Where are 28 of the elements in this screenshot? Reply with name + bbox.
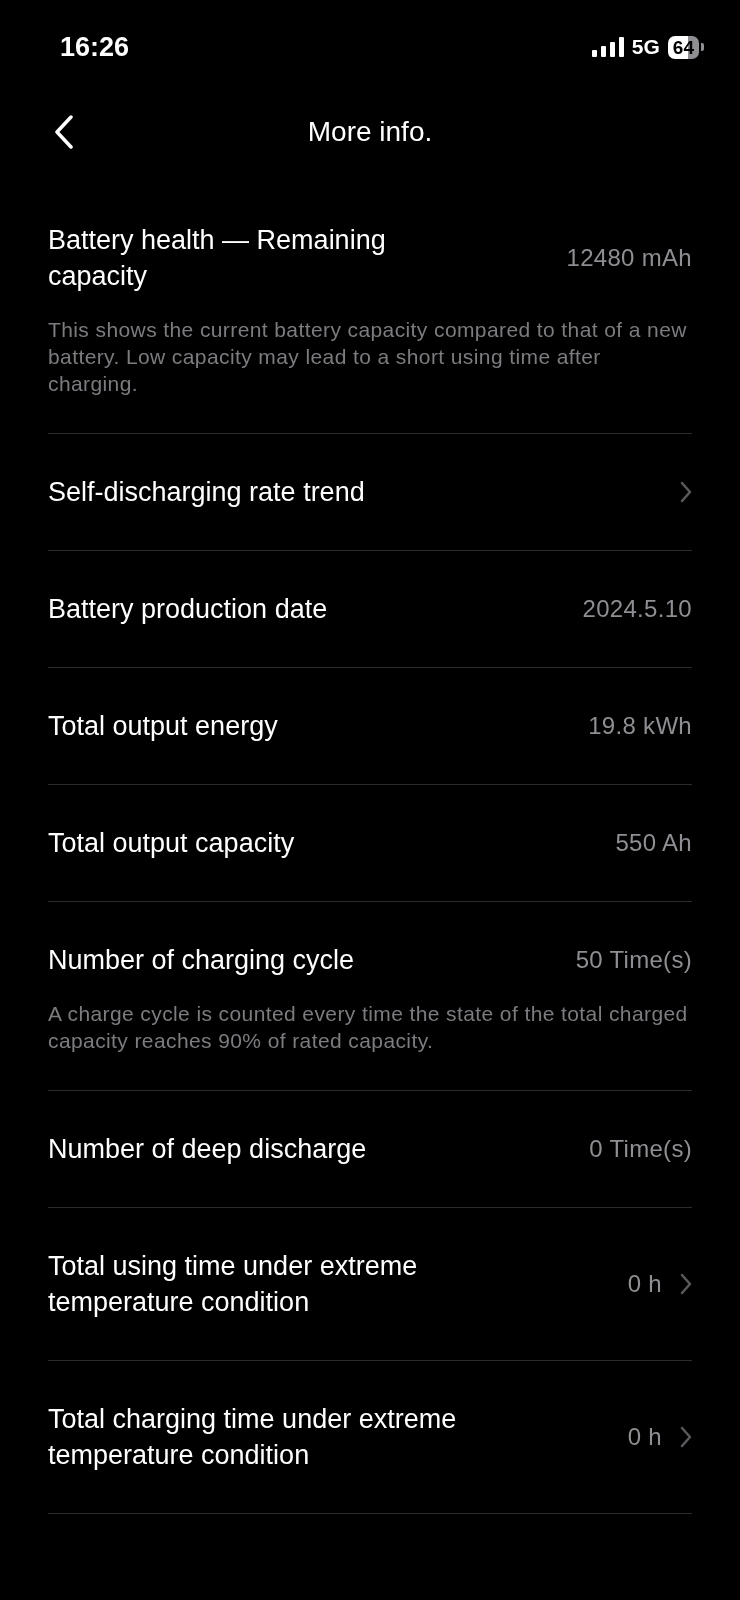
signal-icon xyxy=(591,37,624,57)
row-value: 19.8 kWh xyxy=(588,712,692,740)
row-value: 12480 mAh xyxy=(566,244,692,272)
row-value: 2024.5.10 xyxy=(582,595,692,623)
status-time: 16:26 xyxy=(60,31,130,63)
page-title: More info. xyxy=(307,116,433,148)
row-label: Total output capacity xyxy=(48,827,295,860)
row-value: 550 Ah xyxy=(615,829,692,857)
row-value: 0 h xyxy=(627,1270,662,1298)
row-label: Total using time under extreme temperature condition xyxy=(48,1250,419,1319)
row-value: 50 Time(s) xyxy=(575,946,692,974)
row-label: Self-discharging rate trend xyxy=(48,476,365,509)
row-label: Number of charging cycle xyxy=(48,944,355,977)
chevron-icon[interactable] xyxy=(680,1426,692,1448)
row-description: A charge cycle is counted every time the state of the total charged capacity reaches 90% of rated capacity. xyxy=(48,1001,688,1054)
row-label: Number of deep discharge xyxy=(48,1133,367,1166)
row-label: Battery health — Remaining capacity xyxy=(48,224,387,293)
row-label: Total charging time under extreme temperature condition xyxy=(48,1403,458,1472)
row-label: Total output energy xyxy=(48,710,278,743)
row-value: 0 Time(s) xyxy=(589,1135,692,1163)
network-label: 5G xyxy=(631,35,660,59)
row-description: This shows the current battery capacity compared to that of a new battery. Low capacity may lead to a short using time after charging. xyxy=(48,317,688,397)
battery-indicator: 64 xyxy=(667,35,699,59)
row-label: Battery production date xyxy=(48,593,328,626)
row-value: 0 h xyxy=(627,1423,662,1451)
back-icon[interactable] xyxy=(54,115,74,149)
chevron-icon[interactable] xyxy=(680,481,692,503)
chevron-icon[interactable] xyxy=(680,1273,692,1295)
